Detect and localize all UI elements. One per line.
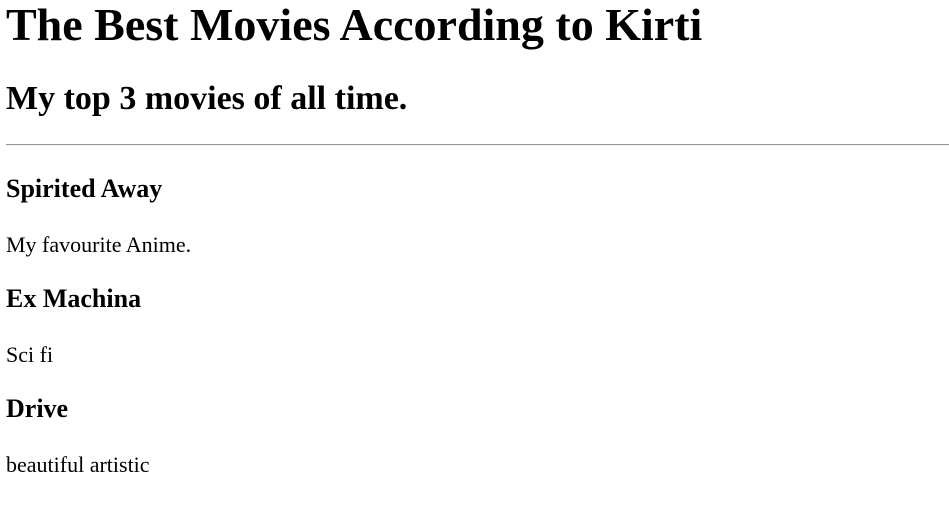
- movie-list: Spirited Away My favourite Anime. Ex Mac…: [6, 176, 949, 476]
- movie-description: Sci fi: [6, 342, 54, 367]
- page-subtitle: My top 3 movies of all time.: [6, 80, 408, 117]
- divider: [6, 144, 949, 146]
- movie-title: Spirited Away: [6, 174, 163, 203]
- movie-item-drive: Drive beautiful artistic: [6, 396, 949, 476]
- movie-item-ex-machina: Ex Machina Sci fi: [6, 286, 949, 366]
- movie-description: beautiful artistic: [6, 452, 150, 477]
- movie-description: My favourite Anime.: [6, 232, 192, 257]
- movie-title: Ex Machina: [6, 284, 142, 313]
- movie-title: Drive: [6, 394, 69, 423]
- movie-item-spirited-away: Spirited Away My favourite Anime.: [6, 176, 949, 256]
- page-title: The Best Movies According to Kirti: [6, 0, 703, 50]
